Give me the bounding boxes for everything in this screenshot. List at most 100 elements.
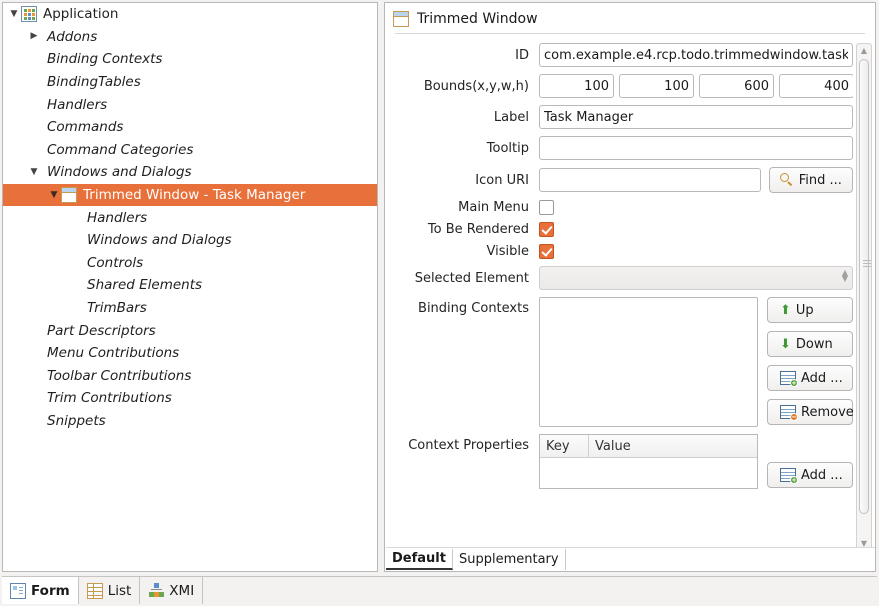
arrow-up-icon: ⬆	[780, 302, 791, 318]
column-header-key: Key	[540, 435, 589, 457]
field-row-main-menu: Main Menu	[385, 200, 853, 215]
bottom-tab-xmi[interactable]: XMI	[140, 577, 204, 604]
tree-item-handlers[interactable]: Handlers	[3, 93, 377, 116]
arrow-down-icon: ⬇	[780, 336, 791, 352]
tree-item-label: TrimBars	[87, 300, 147, 317]
scrollbar-thumb[interactable]	[859, 59, 871, 514]
tree-item-command-categories[interactable]: Command Categories	[3, 139, 377, 162]
tree-item-snippets[interactable]: Snippets	[3, 410, 377, 433]
binding-add-button[interactable]: + Add ...	[767, 365, 853, 391]
context-add-button[interactable]: + Add ...	[767, 462, 853, 488]
binding-remove-label: Remove	[801, 404, 853, 420]
tree-item-windows-and-dialogs[interactable]: Windows and Dialogs	[3, 229, 377, 252]
inner-tab-supplementary[interactable]: Supplementary	[453, 549, 566, 570]
icon-uri-input[interactable]	[539, 168, 761, 192]
move-down-button[interactable]: ⬇ Down	[767, 331, 853, 357]
find-button-label: Find ...	[798, 172, 842, 188]
context-add-label: Add ...	[801, 467, 843, 483]
tree-item-label: Toolbar Contributions	[47, 367, 192, 384]
bottom-tab-list[interactable]: List	[79, 577, 141, 604]
bounds-x-input[interactable]	[539, 74, 614, 98]
scroll-up-arrow-icon[interactable]: ▲	[857, 44, 871, 57]
label-input[interactable]	[539, 105, 853, 129]
add-table-icon: +	[780, 468, 798, 484]
tree-item-label: Snippets	[47, 412, 106, 429]
id-input[interactable]	[539, 43, 853, 67]
tree-twisty-spacer	[27, 349, 41, 358]
main-menu-checkbox[interactable]	[539, 200, 554, 215]
tree-item-windows-and-dialogs[interactable]: ▼ Windows and Dialogs	[3, 161, 377, 184]
table-header-row: Key Value	[540, 435, 757, 458]
chevron-down-icon[interactable]: ▼	[27, 167, 41, 177]
tree-item-binding-contexts[interactable]: Binding Contexts	[3, 48, 377, 71]
selected-element-label: Selected Element	[414, 270, 529, 286]
tree-item-label: Windows and Dialogs	[87, 232, 232, 249]
main-menu-label: Main Menu	[458, 200, 529, 215]
tree-item-label: Part Descriptors	[47, 322, 156, 339]
tree-item-trim-contributions[interactable]: Trim Contributions	[3, 387, 377, 410]
find-button[interactable]: Find ...	[768, 167, 853, 193]
bottom-tab-label: XMI	[169, 582, 195, 599]
form-title: Trimmed Window	[417, 11, 538, 27]
tree-item-commands[interactable]: Commands	[3, 116, 377, 139]
chevron-down-icon[interactable]: ▼	[7, 9, 21, 19]
tree-twisty-spacer	[27, 416, 41, 425]
bounds-height-input[interactable]	[779, 74, 853, 98]
visible-checkbox[interactable]	[539, 244, 554, 259]
tree-item-label: Handlers	[47, 96, 108, 113]
field-row-context-properties: Context Properties Key Value + Add ...	[385, 434, 853, 489]
form-vertical-scrollbar[interactable]: ▲ ▼	[856, 43, 872, 551]
field-row-label: Label	[385, 105, 853, 129]
tooltip-input[interactable]	[539, 136, 853, 160]
tree-twisty-spacer	[27, 326, 41, 335]
tree-item-menu-contributions[interactable]: Menu Contributions	[3, 342, 377, 365]
tree-twisty-spacer	[67, 304, 81, 313]
tree-item-handlers[interactable]: Handlers	[3, 206, 377, 229]
to-be-rendered-checkbox[interactable]	[539, 222, 554, 237]
tree-item-label: Menu Contributions	[47, 345, 180, 362]
tree-item-addons[interactable]: ▶ Addons	[3, 26, 377, 49]
trimmed-window-icon	[61, 187, 77, 204]
bottom-tab-form[interactable]: Form	[2, 577, 79, 604]
selected-element-combo[interactable]: ▲ ▼	[539, 266, 853, 290]
model-tree[interactable]: ▼ Application ▶ Addons Binding Contexts Bin…	[3, 3, 377, 432]
chevron-down-icon[interactable]: ▼	[47, 190, 61, 200]
tree-item-bindingtables[interactable]: BindingTables	[3, 71, 377, 94]
bounds-width-input[interactable]	[699, 74, 774, 98]
binding-remove-button[interactable]: − Remove	[767, 399, 853, 425]
column-header-value: Value	[595, 438, 631, 454]
trimmed-window-icon	[393, 11, 409, 27]
context-properties-label: Context Properties	[408, 438, 529, 453]
tree-item-label: Addons	[47, 28, 98, 45]
tree-twisty-spacer	[67, 213, 81, 222]
tree-item-toolbar-contributions[interactable]: Toolbar Contributions	[3, 365, 377, 388]
tree-item-application[interactable]: ▼ Application	[3, 3, 377, 26]
move-up-button[interactable]: ⬆ Up	[767, 297, 853, 323]
editor-bottom-tabs[interactable]: Form List XMI	[2, 576, 877, 604]
bottom-tab-label: Form	[31, 582, 70, 599]
chevron-right-icon[interactable]: ▶	[27, 32, 41, 41]
form-inner-tabs[interactable]: Default Supplementary	[386, 547, 875, 570]
tree-item-label: Trimmed Window - Task Manager	[83, 187, 306, 204]
spinner-arrows-icon: ▲ ▼	[841, 268, 848, 283]
tree-item-shared-elements[interactable]: Shared Elements	[3, 274, 377, 297]
inner-tab-default[interactable]: Default	[386, 549, 453, 570]
tree-twisty-spacer	[27, 78, 41, 87]
tree-twisty-spacer	[27, 145, 41, 154]
tree-twisty-spacer	[27, 394, 41, 403]
remove-table-icon: −	[780, 405, 798, 421]
tree-item-label: Handlers	[87, 209, 148, 226]
model-tree-panel[interactable]: ▼ Application ▶ Addons Binding Contexts Bin…	[2, 2, 378, 572]
binding-add-label: Add ...	[801, 370, 843, 386]
tree-item-controls[interactable]: Controls	[3, 252, 377, 275]
tree-item-trimmed-window-task-manager[interactable]: ▼ Trimmed Window - Task Manager	[3, 183, 377, 207]
bounds-y-input[interactable]	[619, 74, 694, 98]
table-body[interactable]	[540, 458, 757, 488]
tree-twisty-spacer	[67, 258, 81, 267]
add-table-icon: +	[780, 371, 798, 387]
field-row-id: ID	[385, 43, 853, 67]
tree-item-part-descriptors[interactable]: Part Descriptors	[3, 319, 377, 342]
context-properties-table[interactable]: Key Value	[539, 434, 758, 489]
tree-item-trimbars[interactable]: TrimBars	[3, 297, 377, 320]
binding-contexts-list[interactable]	[539, 297, 758, 427]
